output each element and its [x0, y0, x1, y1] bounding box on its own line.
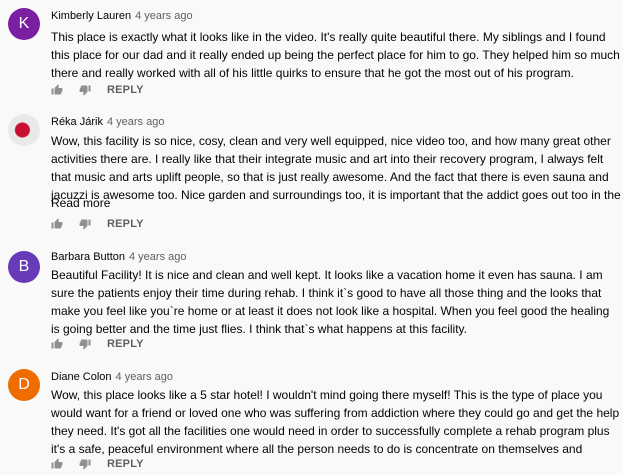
comment-meta: Barbara Button 4 years ago [51, 251, 186, 263]
comment-text: Beautiful Facility! It is nice and clean… [51, 268, 610, 336]
thumbs-up-icon[interactable] [51, 338, 63, 350]
reply-button[interactable]: REPLY [107, 338, 144, 350]
author-name[interactable]: Réka Járik [51, 116, 103, 128]
thumbs-up-icon[interactable] [51, 458, 63, 470]
avatar[interactable]: D [8, 369, 40, 401]
thumbs-down-icon[interactable] [79, 84, 91, 96]
reply-button[interactable]: REPLY [107, 458, 144, 470]
avatar[interactable]: B [8, 251, 40, 283]
author-name[interactable]: Barbara Button [51, 251, 125, 263]
comment-time[interactable]: 4 years ago [116, 371, 173, 383]
thumbs-down-icon[interactable] [79, 338, 91, 350]
comment-time[interactable]: 4 years ago [107, 116, 164, 128]
comment-time[interactable]: 4 years ago [129, 251, 186, 263]
comment-text: This place is exactly what it looks like… [51, 30, 620, 80]
reply-button[interactable]: REPLY [107, 84, 144, 96]
author-name[interactable]: Diane Colon [51, 371, 112, 383]
comment-meta: Réka Járik 4 years ago [51, 116, 164, 128]
thumbs-down-icon[interactable] [79, 458, 91, 470]
read-more-link[interactable]: Read more [51, 196, 110, 210]
thumbs-up-icon[interactable] [51, 84, 63, 96]
comment-time[interactable]: 4 years ago [135, 10, 192, 22]
thumbs-up-icon[interactable] [51, 218, 63, 230]
avatar[interactable] [8, 114, 40, 146]
reply-button[interactable]: REPLY [107, 218, 144, 230]
comment-meta: Kimberly Lauren 4 years ago [51, 10, 193, 22]
thumbs-down-icon[interactable] [79, 218, 91, 230]
comment-meta: Diane Colon 4 years ago [51, 371, 173, 383]
comment-text: Wow, this facility is so nice, cosy, cle… [51, 134, 621, 202]
author-name[interactable]: Kimberly Lauren [51, 10, 131, 22]
avatar[interactable]: K [8, 8, 40, 40]
comment-text: Wow, this place looks like a 5 star hote… [51, 388, 620, 456]
